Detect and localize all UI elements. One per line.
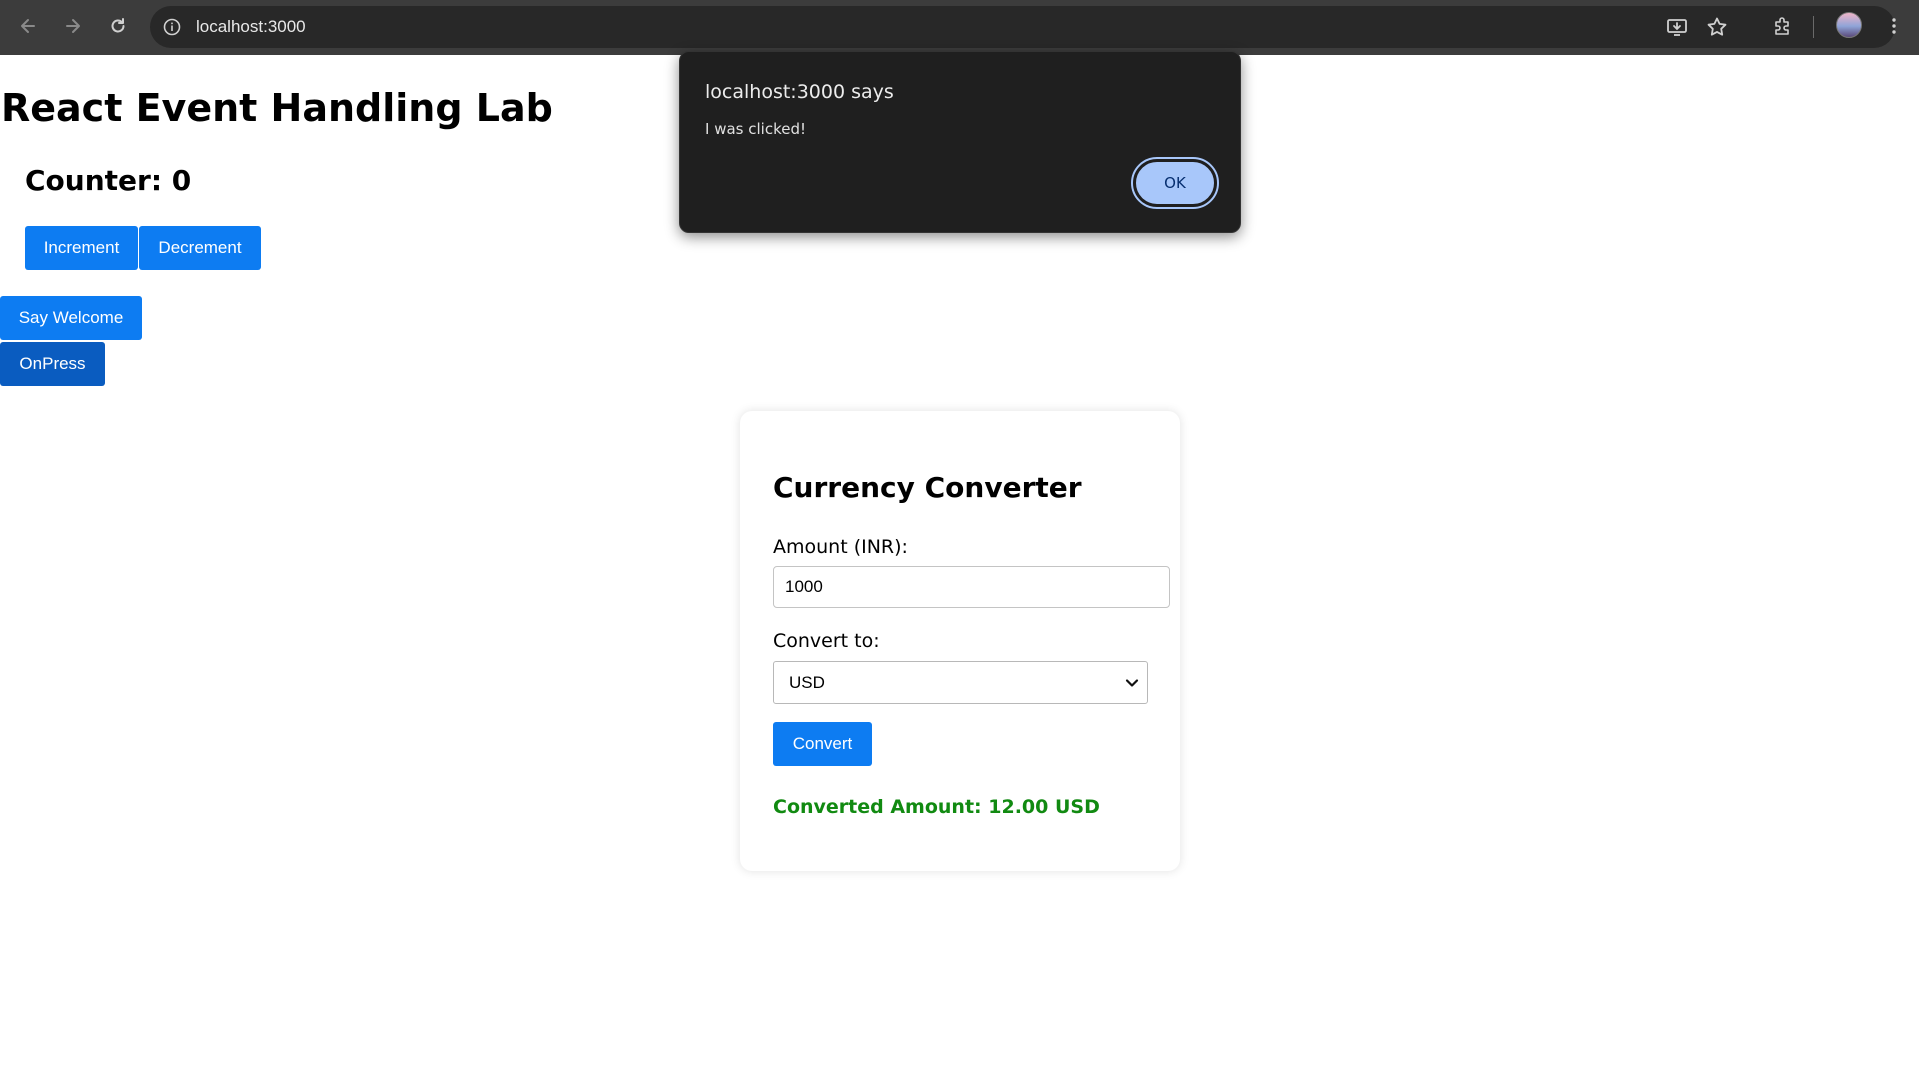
browser-toolbar: localhost:3000 <box>0 0 1919 55</box>
address-bar[interactable]: localhost:3000 <box>150 6 1895 48</box>
converter-title: Currency Converter <box>773 471 1082 504</box>
address-url[interactable]: localhost:3000 <box>196 17 306 37</box>
onpress-button[interactable]: OnPress <box>0 342 105 386</box>
chevron-down-icon <box>1125 679 1139 687</box>
more-menu-icon[interactable] <box>1880 12 1908 40</box>
extensions-icon[interactable] <box>1768 12 1796 40</box>
profile-avatar[interactable] <box>1836 12 1862 38</box>
decrement-button[interactable]: Decrement <box>139 226 261 270</box>
currency-converter-card: Currency Converter Amount (INR): Convert… <box>740 411 1180 871</box>
currency-select-value: USD <box>789 672 825 692</box>
dialog-title: localhost:3000 says <box>705 81 894 103</box>
site-info-icon[interactable] <box>162 17 182 37</box>
counter-display: Counter: 0 <box>25 164 192 197</box>
currency-select[interactable]: USD <box>773 661 1148 704</box>
page-title: React Event Handling Lab <box>1 86 553 130</box>
increment-button[interactable]: Increment <box>25 226 138 270</box>
install-app-icon[interactable] <box>1665 15 1689 39</box>
amount-label: Amount (INR): <box>773 536 908 558</box>
amount-input[interactable] <box>773 566 1170 608</box>
converted-amount-result: Converted Amount: 12.00 USD <box>773 796 1100 818</box>
dialog-ok-button[interactable]: OK <box>1131 157 1219 209</box>
toolbar-divider <box>1813 16 1814 38</box>
convert-button[interactable]: Convert <box>773 722 872 766</box>
back-icon[interactable] <box>14 12 42 40</box>
say-welcome-button[interactable]: Say Welcome <box>0 296 142 340</box>
dialog-message: I was clicked! <box>705 120 806 138</box>
alert-dialog: localhost:3000 says I was clicked! OK <box>679 51 1241 233</box>
convert-to-label: Convert to: <box>773 630 880 652</box>
bookmark-star-icon[interactable] <box>1705 15 1729 39</box>
reload-icon[interactable] <box>104 12 132 40</box>
forward-icon[interactable] <box>59 12 87 40</box>
